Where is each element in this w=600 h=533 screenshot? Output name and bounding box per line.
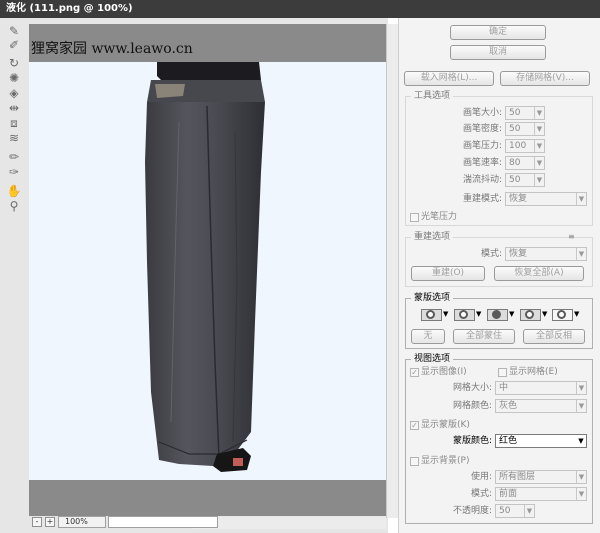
invert-all-button[interactable]: 全部反相 bbox=[523, 329, 585, 344]
backdrop-opacity-dropdown-icon[interactable]: ▼ bbox=[524, 505, 534, 517]
reconstruct-mode-select[interactable]: 恢复 ▼ bbox=[505, 192, 587, 206]
reconstruct-options-title: 重建选项 bbox=[411, 232, 454, 243]
pucker-icon[interactable]: ✺ bbox=[5, 71, 23, 86]
backdrop-use-select[interactable]: 所有图层 ▼ bbox=[495, 470, 587, 484]
window-title: 液化 (111.png @ 100%) bbox=[0, 0, 600, 18]
freeze-mask-icon[interactable]: ✏ bbox=[5, 150, 23, 165]
brush-density-label: 画笔密度: bbox=[462, 124, 502, 134]
ok-button[interactable]: 确定 bbox=[450, 25, 546, 40]
reconstruct-mode-label: 重建模式: bbox=[462, 194, 502, 204]
reconstruct-mode-label-2: 模式: bbox=[480, 249, 502, 259]
stylus-pressure-checkbox[interactable] bbox=[410, 213, 419, 222]
backdrop-mode-label: 模式: bbox=[470, 489, 492, 499]
turbulent-jitter-dropdown-icon[interactable]: ▼ bbox=[534, 174, 544, 186]
reconstruct-button[interactable]: 重建(O) bbox=[411, 266, 485, 281]
mesh-color-dropdown-icon[interactable]: ▼ bbox=[576, 400, 586, 412]
save-mesh-button[interactable]: 存储网格(V)... bbox=[500, 71, 590, 86]
panel-menu-icon[interactable]: ≡ bbox=[568, 232, 575, 242]
bloat-icon[interactable]: ◈ bbox=[5, 86, 23, 101]
backdrop-mode-dropdown-icon[interactable]: ▼ bbox=[576, 488, 586, 500]
mesh-size-select[interactable]: 中 ▼ bbox=[495, 381, 587, 395]
backdrop-use-dropdown-icon[interactable]: ▼ bbox=[576, 471, 586, 483]
mesh-size-dropdown-icon[interactable]: ▼ bbox=[576, 382, 586, 394]
mask-none-button[interactable]: 无 bbox=[411, 329, 445, 344]
zoom-in-button[interactable]: + bbox=[45, 517, 55, 527]
show-mask-label: 显示蒙版(K) bbox=[421, 420, 470, 430]
mesh-size-label: 网格大小: bbox=[452, 383, 492, 393]
horizontal-scrollbar[interactable] bbox=[192, 517, 386, 529]
watermark-text: 狸窝家园 www.leawo.cn bbox=[31, 41, 193, 57]
hand-icon[interactable]: ✋ bbox=[5, 184, 23, 199]
trousers-image bbox=[145, 62, 265, 472]
show-mask-checkbox[interactable]: ✓ bbox=[410, 421, 419, 430]
turbulent-jitter-field[interactable]: 50 ▼ bbox=[505, 173, 545, 187]
mask-color-label: 蒙版颜色: bbox=[452, 436, 492, 446]
mask-options-title: 蒙版选项 bbox=[411, 293, 454, 304]
show-mesh-checkbox[interactable] bbox=[498, 368, 507, 377]
mask-color-select[interactable]: 红色 ▼ bbox=[495, 434, 587, 448]
show-image-label: 显示图像(I) bbox=[421, 367, 467, 377]
reconstruct-mode-select-2[interactable]: 恢复 ▼ bbox=[505, 247, 587, 261]
show-backdrop-label: 显示背景(P) bbox=[421, 456, 470, 466]
brush-size-dropdown-icon[interactable]: ▼ bbox=[534, 107, 544, 119]
brush-rate-label: 画笔速率: bbox=[462, 158, 502, 168]
vertical-scrollbar[interactable] bbox=[386, 24, 398, 518]
stylus-pressure-label: 光笔压力 bbox=[421, 212, 458, 222]
zoom-level-field[interactable]: 100% bbox=[58, 516, 106, 528]
brush-size-field[interactable]: 50 ▼ bbox=[505, 106, 545, 120]
brush-pressure-field[interactable]: 100 ▼ bbox=[505, 139, 545, 153]
brush-density-dropdown-icon[interactable]: ▼ bbox=[534, 123, 544, 135]
mesh-color-select[interactable]: 灰色 ▼ bbox=[495, 399, 587, 413]
brush-size-label: 画笔大小: bbox=[462, 108, 502, 118]
add-to-selection-icon[interactable]: ▼ bbox=[454, 309, 482, 321]
show-backdrop-checkbox[interactable] bbox=[410, 457, 419, 466]
mask-all-button[interactable]: 全部蒙住 bbox=[453, 329, 515, 344]
zoom-bar: - + 100% bbox=[28, 516, 218, 529]
backdrop-opacity-label: 不透明度: bbox=[452, 506, 492, 516]
intersect-selection-icon[interactable]: ▼ bbox=[520, 309, 548, 321]
push-left-icon[interactable]: ⇹ bbox=[5, 101, 23, 116]
restore-all-button[interactable]: 恢复全部(A) bbox=[494, 266, 584, 281]
brush-rate-dropdown-icon[interactable]: ▼ bbox=[534, 157, 544, 169]
mask-color-dropdown-icon[interactable]: ▼ bbox=[576, 435, 586, 447]
image-canvas[interactable] bbox=[29, 62, 386, 480]
replace-selection-icon[interactable]: ▼ bbox=[421, 309, 449, 321]
mirror-icon[interactable]: ⧈ bbox=[5, 116, 23, 131]
zoom-track[interactable] bbox=[108, 516, 218, 528]
reconstruct-icon[interactable]: ✐ bbox=[5, 38, 23, 53]
zoom-icon[interactable]: ⚲ bbox=[5, 199, 23, 214]
subtract-from-selection-icon[interactable]: ▼ bbox=[487, 309, 515, 321]
invert-selection-icon[interactable]: ▼ bbox=[552, 309, 580, 321]
forward-warp-icon[interactable]: ✎ bbox=[5, 24, 23, 39]
load-mesh-button[interactable]: 载入网格(L)... bbox=[404, 71, 494, 86]
mesh-color-label: 网格颜色: bbox=[452, 401, 492, 411]
brush-pressure-label: 画笔压力: bbox=[462, 141, 502, 151]
backdrop-mode-select[interactable]: 前面 ▼ bbox=[495, 487, 587, 501]
canvas-margin-bottom bbox=[29, 480, 386, 516]
turbulent-jitter-label: 湍流抖动: bbox=[462, 175, 502, 185]
brush-rate-field[interactable]: 80 ▼ bbox=[505, 156, 545, 170]
reconstruct-mode-dropdown-icon-2[interactable]: ▼ bbox=[576, 248, 586, 260]
zoom-out-button[interactable]: - bbox=[32, 517, 42, 527]
view-options-title: 视图选项 bbox=[411, 354, 454, 365]
brush-density-field[interactable]: 50 ▼ bbox=[505, 122, 545, 136]
show-mesh-label: 显示网格(E) bbox=[509, 367, 558, 377]
turbulence-icon[interactable]: ≋ bbox=[5, 131, 23, 146]
show-image-checkbox[interactable]: ✓ bbox=[410, 368, 419, 377]
backdrop-opacity-field[interactable]: 50 ▼ bbox=[495, 504, 535, 518]
twirl-icon[interactable]: ↻ bbox=[5, 56, 23, 71]
tool-options-title: 工具选项 bbox=[411, 91, 454, 102]
thaw-mask-icon[interactable]: ✑ bbox=[5, 165, 23, 180]
tool-strip: ✎ ✐ ↻ ✺ ◈ ⇹ ⧈ ≋ ✏ ✑ ✋ ⚲ bbox=[0, 18, 28, 533]
brush-pressure-dropdown-icon[interactable]: ▼ bbox=[534, 140, 544, 152]
backdrop-use-label: 使用: bbox=[470, 472, 492, 482]
cancel-button[interactable]: 取消 bbox=[450, 45, 546, 60]
reconstruct-mode-dropdown-icon[interactable]: ▼ bbox=[576, 193, 586, 205]
